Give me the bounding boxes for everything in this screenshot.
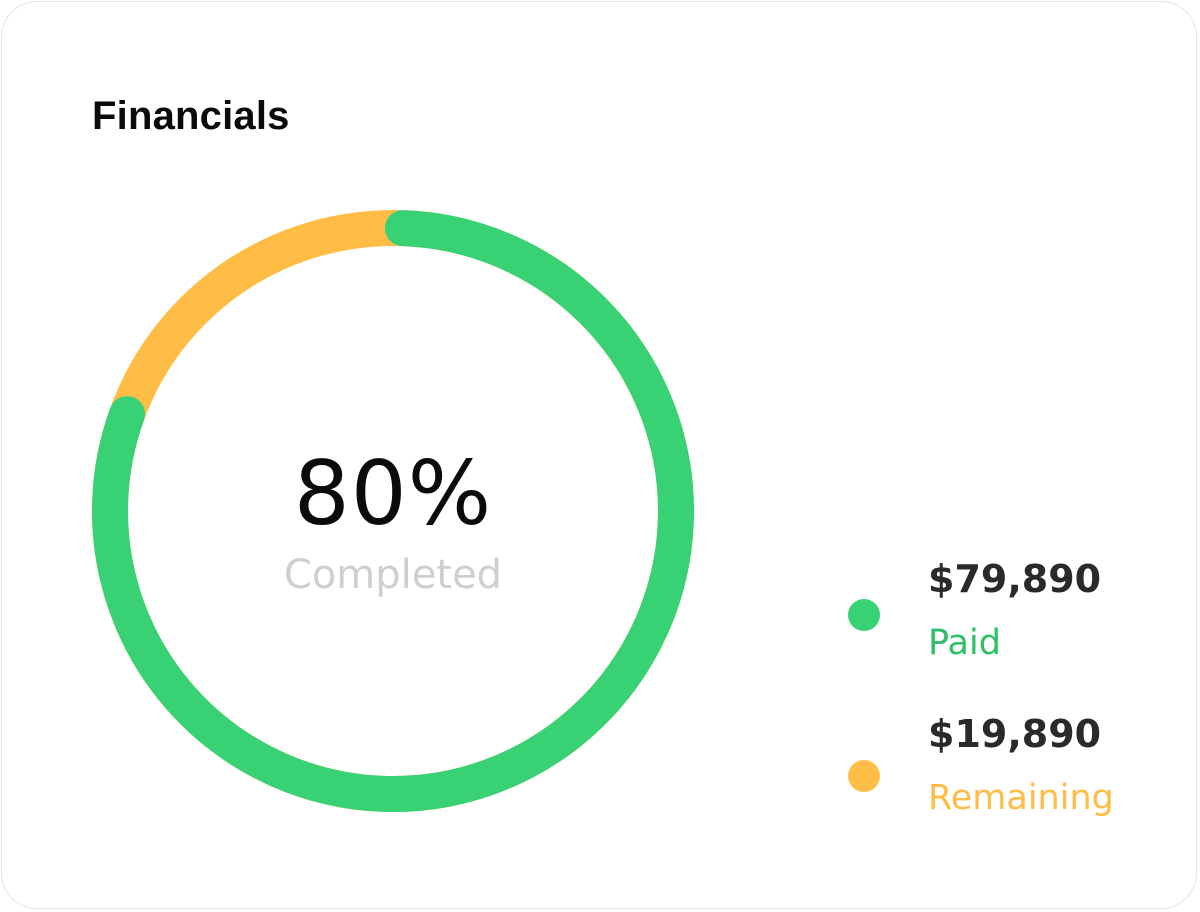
card-title: Financials: [92, 94, 290, 138]
paid-dot-icon: [848, 599, 880, 631]
paid-amount: $79,890: [928, 557, 1102, 601]
completion-label: Completed: [283, 552, 503, 598]
completion-percent: 80%: [293, 442, 493, 545]
paid-label: Paid: [928, 623, 1001, 663]
remaining-amount: $19,890: [928, 712, 1102, 756]
financials-card: Financials 80% Completed $79,890 Paid $1…: [1, 1, 1197, 909]
donut-chart: 80% Completed: [92, 210, 694, 812]
remaining-label: Remaining: [928, 778, 1114, 818]
legend-item-remaining: $19,890 Remaining: [848, 712, 1168, 822]
legend-item-paid: $79,890 Paid: [848, 557, 1168, 667]
remaining-dot-icon: [848, 760, 880, 792]
